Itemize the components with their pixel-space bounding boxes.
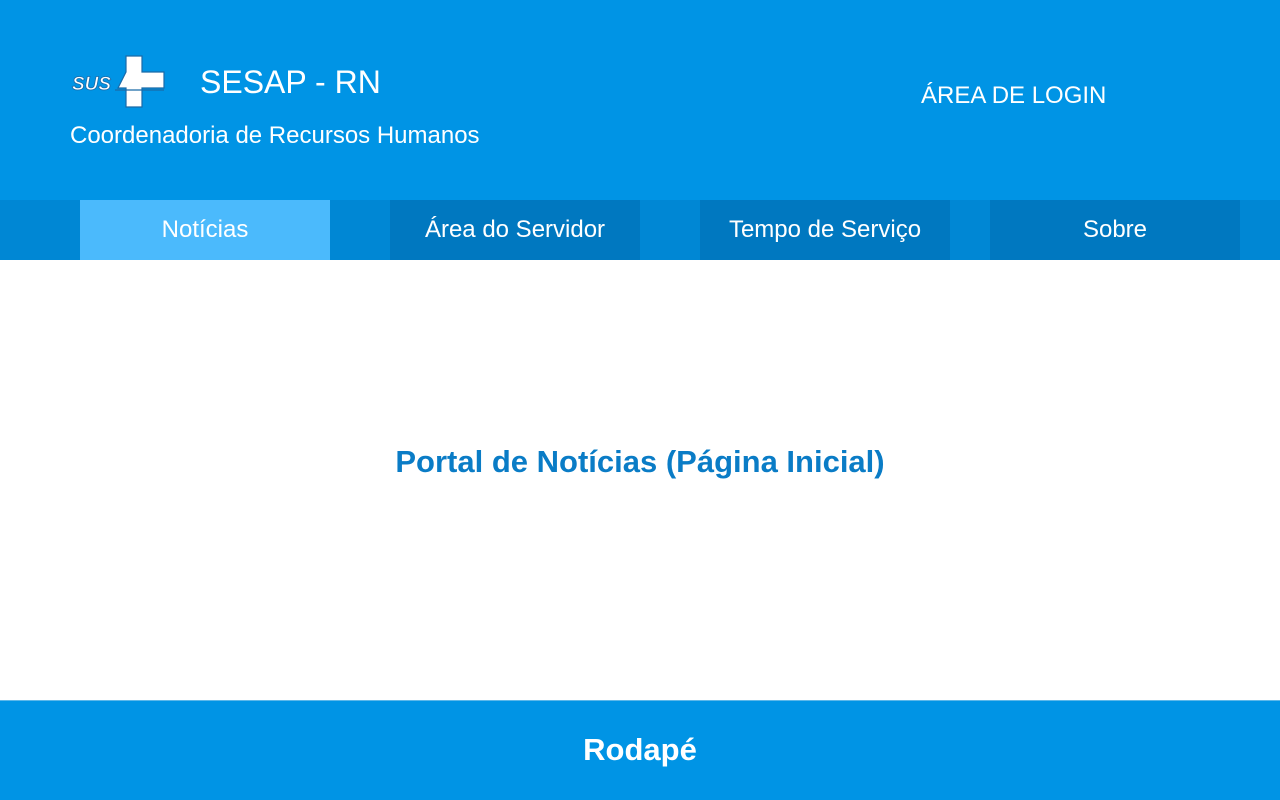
- svg-text:SUS: SUS: [72, 74, 111, 95]
- nav-item-tempo-de-servico[interactable]: Tempo de Serviço: [700, 200, 950, 260]
- footer-divider: [0, 700, 1280, 701]
- nav-item-area-do-servidor[interactable]: Área do Servidor: [390, 200, 640, 260]
- site-header: SUS SESAP - RN Coordenadoria de Recursos…: [0, 0, 1280, 200]
- site-footer: Rodapé: [0, 700, 1280, 800]
- site-subtitle: Coordenadoria de Recursos Humanos: [70, 122, 480, 149]
- login-link[interactable]: ÁREA DE LOGIN: [921, 81, 1106, 111]
- footer-text: Rodapé: [583, 732, 697, 767]
- page-title: Portal de Notícias (Página Inicial): [395, 444, 885, 479]
- site-title: SESAP - RN: [200, 64, 381, 100]
- sus-logo[interactable]: SUS: [70, 54, 168, 110]
- main-content: Portal de Notícias (Página Inicial): [0, 260, 1280, 700]
- main-nav: Notícias Área do Servidor Tempo de Servi…: [0, 200, 1280, 260]
- nav-item-sobre[interactable]: Sobre: [990, 200, 1240, 260]
- nav-item-noticias[interactable]: Notícias: [80, 200, 330, 260]
